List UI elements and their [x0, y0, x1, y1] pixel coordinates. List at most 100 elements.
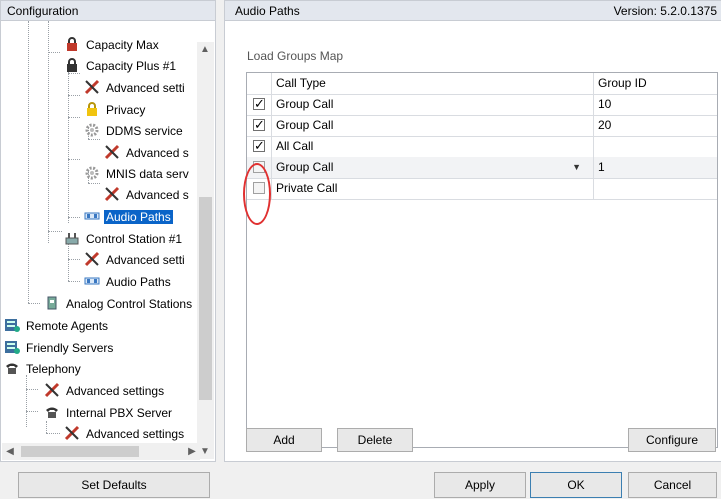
call-type-cell[interactable]: Group Call: [272, 115, 594, 136]
ok-button[interactable]: OK: [530, 472, 622, 498]
tools-icon: [104, 186, 120, 202]
server-icon: [4, 317, 20, 333]
group-id-cell[interactable]: 20: [594, 115, 717, 136]
tree-horizontal-scrollbar[interactable]: ◀ ▶: [2, 443, 200, 460]
tree-item-label: Advanced s: [126, 188, 189, 202]
tree-item-label: Advanced setti: [106, 81, 185, 95]
tree-vertical-scrollbar[interactable]: ▲ ▼: [197, 42, 214, 459]
tree-item-label: Capacity Plus #1: [86, 59, 177, 73]
configure-button[interactable]: Configure: [628, 428, 716, 452]
tree-item-capacity-plus[interactable]: Capacity Plus #1: [64, 56, 178, 76]
phone-icon: [44, 404, 60, 420]
tree-item-label: Advanced s: [126, 146, 189, 160]
row-checkbox-checked[interactable]: ✓: [253, 97, 265, 110]
group-id-cell[interactable]: [594, 136, 717, 157]
set-defaults-button[interactable]: Set Defaults: [18, 472, 210, 498]
tree-item-friendly-servers[interactable]: Friendly Servers: [4, 338, 115, 358]
gear-icon: [84, 165, 100, 181]
table-row[interactable]: Private Call: [247, 178, 717, 200]
highlight-annotation: [243, 163, 271, 225]
column-header-group-id[interactable]: Group ID: [594, 73, 717, 94]
tree-item-advanced-settings[interactable]: Advanced setti: [84, 78, 187, 98]
configuration-title: Configuration: [7, 4, 79, 18]
lock-dark-icon: [64, 57, 80, 73]
tree-item-audio-paths[interactable]: Audio Paths: [84, 272, 173, 292]
tree-item-label: Telephony: [26, 362, 81, 376]
checkbox-column-header: [247, 73, 272, 94]
tree-item-label: Capacity Max: [86, 38, 159, 52]
tree-item-capacity-max[interactable]: Capacity Max: [64, 35, 161, 55]
tree-item-label: Privacy: [106, 103, 146, 117]
server-icon: [4, 339, 20, 355]
column-header-call-type[interactable]: Call Type: [272, 73, 594, 94]
tree-item-advanced-settings[interactable]: Advanced s: [104, 185, 191, 205]
row-checkbox-checked[interactable]: ✓: [253, 118, 265, 131]
panel-title: Audio Paths: [235, 4, 300, 18]
tree-item-analog-control-stations[interactable]: Analog Control Stations: [44, 294, 194, 314]
tree-item-audio-paths-selected[interactable]: Audio Paths: [84, 207, 173, 227]
phone-icon: [4, 360, 20, 376]
tree-item-advanced-settings[interactable]: Advanced setti: [84, 250, 187, 270]
table-row[interactable]: ✓ Group Call 10: [247, 94, 717, 116]
call-type-dropdown[interactable]: Group Call ▼: [272, 157, 594, 178]
group-id-cell[interactable]: [594, 178, 717, 199]
load-groups-grid[interactable]: Call Type Group ID ✓ Group Call 10 ✓ Gro…: [246, 72, 718, 448]
tree-item-internal-pbx-server[interactable]: Internal PBX Server: [44, 403, 174, 423]
tree-item-label: Analog Control Stations: [66, 297, 193, 311]
control-station-icon: [64, 230, 80, 246]
dropdown-arrow-icon[interactable]: ▼: [572, 157, 581, 178]
scroll-left-icon[interactable]: ◀: [2, 446, 18, 457]
tree-item-privacy[interactable]: Privacy: [84, 100, 147, 120]
cancel-button[interactable]: Cancel: [628, 472, 717, 498]
call-type-cell[interactable]: All Call: [272, 136, 594, 157]
tree-item-label: MNIS data serv: [106, 167, 189, 181]
group-id-cell[interactable]: 10: [594, 94, 717, 115]
gear-icon: [84, 122, 100, 138]
tools-icon: [84, 79, 100, 95]
tree-item-label: DDMS service: [106, 124, 183, 138]
audio-paths-icon: [84, 273, 100, 289]
row-checkbox-checked[interactable]: ✓: [253, 139, 265, 152]
tools-icon: [104, 144, 120, 160]
tree-item-label: Advanced settings: [66, 384, 165, 398]
tree-item-telephony[interactable]: Telephony: [4, 359, 83, 379]
scroll-up-icon[interactable]: ▲: [197, 44, 213, 55]
tree-item-advanced-settings[interactable]: Advanced settings: [64, 424, 186, 444]
tree-item-ddms-service[interactable]: DDMS service: [84, 121, 185, 141]
tools-icon: [84, 251, 100, 267]
audio-paths-header: Audio Paths Version: 5.2.0.1375: [224, 0, 721, 21]
delete-button[interactable]: Delete: [337, 428, 413, 452]
tree-item-remote-agents[interactable]: Remote Agents: [4, 316, 110, 336]
add-button[interactable]: Add: [246, 428, 322, 452]
tree-item-control-station[interactable]: Control Station #1: [64, 229, 184, 249]
configuration-tree[interactable]: Capacity Max Capacity Plus #1 Advanced s…: [0, 21, 216, 462]
tree-item-mnis-data-service[interactable]: MNIS data serv: [84, 164, 191, 184]
tree-item-label: Remote Agents: [26, 319, 109, 333]
group-id-cell[interactable]: 1: [594, 157, 717, 178]
configuration-header: Configuration: [0, 0, 216, 21]
audio-paths-panel: Load Groups Map Call Type Group ID ✓ Gro…: [224, 21, 721, 462]
tree-item-label: Audio Paths: [106, 275, 171, 289]
tree-item-label: Internal PBX Server: [66, 406, 173, 420]
tree-item-advanced-settings[interactable]: Advanced s: [104, 143, 191, 163]
table-row[interactable]: ✓ All Call: [247, 136, 717, 158]
padlock-icon: [84, 101, 100, 117]
apply-button[interactable]: Apply: [434, 472, 526, 498]
tree-item-label: Friendly Servers: [26, 341, 114, 355]
tree-item-label: Advanced setti: [106, 253, 185, 267]
table-row[interactable]: ✓ Group Call 20: [247, 115, 717, 137]
audio-paths-icon: [84, 208, 100, 224]
load-groups-map-title: Load Groups Map: [247, 49, 344, 63]
tools-icon: [44, 382, 60, 398]
table-row-editing[interactable]: Group Call ▼ 1: [247, 157, 717, 179]
call-type-cell[interactable]: Private Call: [272, 178, 594, 199]
call-type-cell[interactable]: Group Call: [272, 94, 594, 115]
tree-item-label: Audio Paths: [104, 210, 173, 224]
call-type-value: Group Call: [276, 160, 334, 174]
tree-item-label: Control Station #1: [86, 232, 183, 246]
tree-horizontal-scroll-thumb[interactable]: [21, 446, 139, 457]
tree-vertical-scroll-thumb[interactable]: [199, 197, 212, 400]
tree-item-advanced-settings[interactable]: Advanced settings: [44, 381, 166, 401]
scroll-right-icon[interactable]: ▶: [184, 446, 200, 457]
tools-icon: [64, 425, 80, 441]
